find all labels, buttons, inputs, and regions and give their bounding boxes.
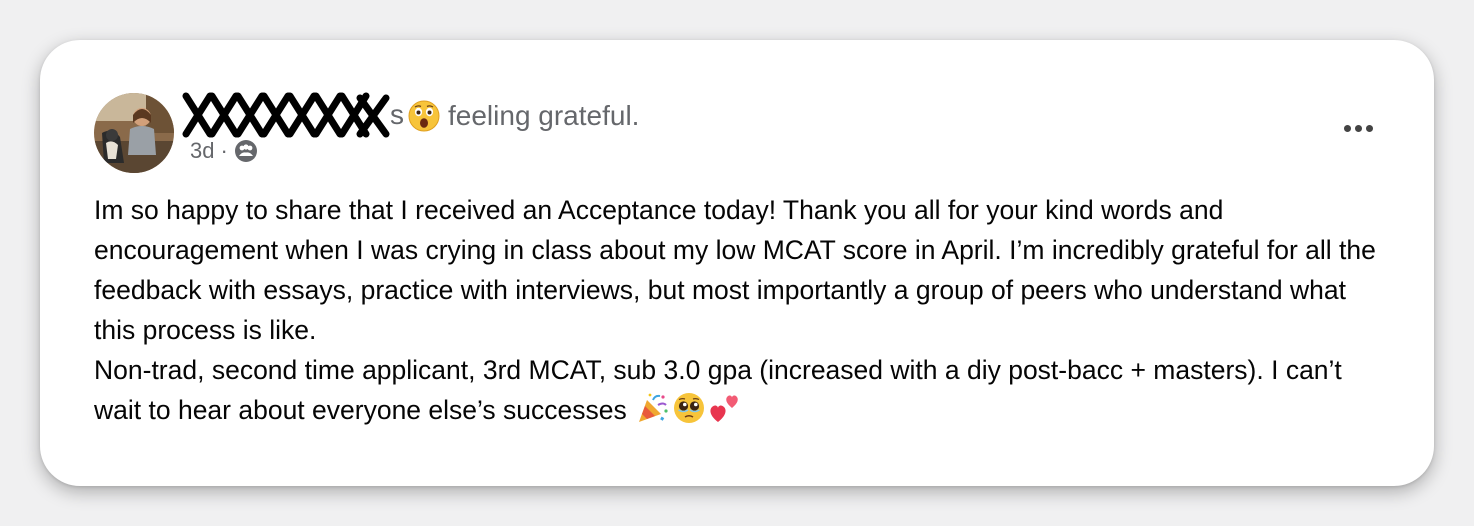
redaction-scribble [182,92,390,138]
author-avatar[interactable] [94,93,174,173]
meta-separator: · [220,138,228,163]
astonished-face-icon [408,100,440,132]
post-header: s feeling grateful. [182,92,640,138]
post-card: s feeling grateful. 3d · Im so happy to … [40,40,1434,486]
author-name-redacted[interactable]: s [182,92,404,138]
pleading-face-icon [672,391,706,425]
post-timestamp[interactable]: 3d [190,138,214,164]
post-paragraph-1: Im so happy to share that I received an … [94,195,1376,345]
more-dot [1343,124,1351,132]
feeling-text: feeling grateful. [448,100,640,131]
more-dot [1354,124,1362,132]
post-meta: 3d · [190,136,258,166]
friends-audience-icon[interactable] [234,139,258,163]
more-dot [1365,124,1373,132]
party-popper-icon [636,391,670,425]
avatar-photo [94,93,174,173]
post-body: Im so happy to share that I received an … [94,190,1384,430]
two-hearts-icon [708,391,742,425]
author-name-tail: s [390,99,404,130]
more-options-button[interactable] [1336,114,1380,142]
post-paragraph-2: Non-trad, second time applicant, 3rd MCA… [94,350,1384,430]
